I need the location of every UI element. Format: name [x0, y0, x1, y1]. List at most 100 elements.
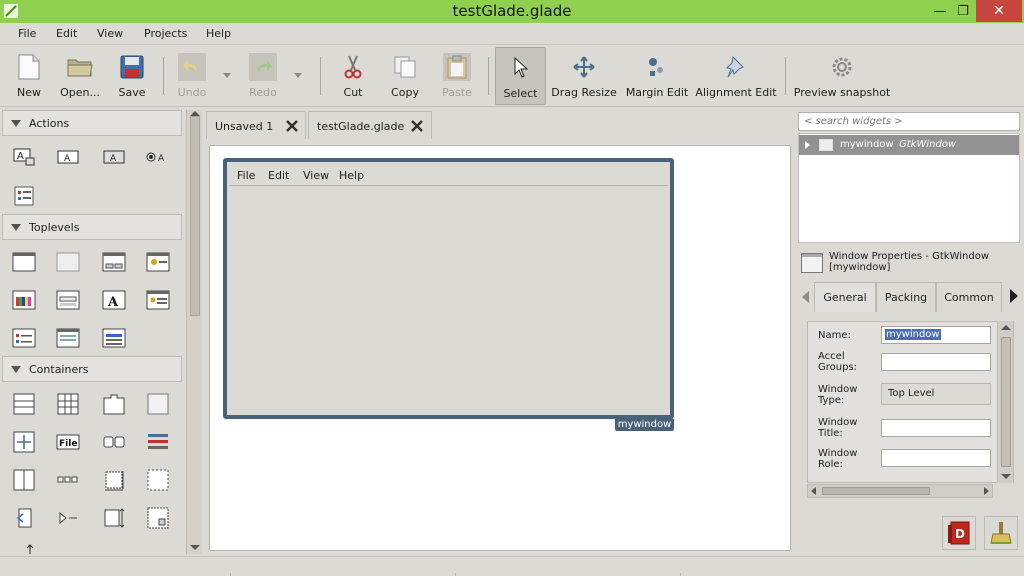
tab-scroll-left-icon[interactable] [802, 291, 809, 303]
close-tab-icon[interactable] [285, 119, 299, 133]
palette-group-containers[interactable]: Containers [2, 356, 182, 382]
dialog-widget-icon[interactable] [101, 250, 127, 274]
close-window-button[interactable]: ✕ [976, 0, 1022, 22]
tree-row-mywindow[interactable]: mywindow GtkWindow [799, 135, 1019, 155]
preview-menu-view[interactable]: View [303, 169, 329, 182]
expander-icon[interactable] [11, 506, 37, 530]
drag-resize-button[interactable]: Drag Resize [551, 47, 617, 105]
viewport-icon[interactable] [101, 506, 127, 530]
tab-scroll-right-icon[interactable] [1010, 289, 1018, 303]
menubar-widget-icon[interactable]: File [55, 430, 81, 454]
menu-projects[interactable]: Projects [144, 27, 187, 40]
window-role-label-line2: Role: [818, 459, 843, 470]
frame-container-icon[interactable] [145, 392, 171, 416]
undo-dropdown-icon[interactable] [223, 73, 231, 78]
alignment-edit-button[interactable]: Alignment Edit [695, 47, 777, 105]
scroll-right-icon[interactable] [984, 487, 989, 495]
search-input[interactable] [799, 113, 1019, 130]
select-mode-button[interactable]: Select [495, 47, 546, 105]
menu-view[interactable]: View [97, 27, 123, 40]
maximize-button[interactable]: ❐ [948, 0, 978, 22]
scrollbar-thumb[interactable] [1001, 337, 1011, 467]
button-box-icon[interactable] [55, 468, 81, 492]
palette-group-actions[interactable]: Actions [2, 110, 182, 136]
window-role-field[interactable] [881, 449, 991, 467]
preview-snapshot-button[interactable]: Preview snapshot [794, 47, 890, 105]
about-dialog-icon[interactable] [145, 288, 171, 312]
toggle-action-icon[interactable]: A [101, 145, 127, 169]
file-chooser-dialog-icon[interactable] [55, 288, 81, 312]
properties-horizontal-scrollbar[interactable] [807, 484, 993, 498]
fixed-container-icon[interactable] [11, 430, 37, 454]
preview-menubar[interactable]: File Edit View Help [229, 164, 668, 186]
name-field[interactable]: mywindow [881, 326, 991, 344]
scroll-down-icon[interactable] [190, 545, 200, 550]
margin-edit-button[interactable]: Margin Edit [626, 47, 688, 105]
recent-chooser-dialog-icon[interactable] [11, 326, 37, 350]
overlay-icon[interactable] [55, 506, 81, 530]
open-button[interactable]: Open... [58, 47, 102, 105]
devhelp-button[interactable]: D [942, 516, 976, 550]
properties-vertical-scrollbar[interactable] [997, 321, 1013, 483]
palette-scrollbar[interactable] [186, 110, 202, 554]
collapse-arrow-icon [11, 224, 21, 231]
tool-palette-icon[interactable] [145, 430, 171, 454]
tab-unsaved-1[interactable]: Unsaved 1 [206, 111, 306, 139]
paned-container-icon[interactable] [11, 468, 37, 492]
preview-menu-file[interactable]: File [237, 169, 255, 182]
tab-common[interactable]: Common [936, 282, 1002, 312]
save-button[interactable]: Save [112, 47, 152, 105]
copy-button[interactable]: Copy [385, 47, 425, 105]
menu-help[interactable]: Help [206, 27, 231, 40]
font-chooser-dialog-icon[interactable]: A [101, 288, 127, 312]
new-button[interactable]: New [8, 47, 50, 105]
event-box-icon[interactable] [145, 506, 171, 530]
layout-container-icon[interactable] [101, 468, 127, 492]
toolbar-widget-icon[interactable] [101, 430, 127, 454]
scrollbar-thumb[interactable] [190, 116, 200, 316]
window-type-label-line2: Type: [818, 395, 845, 406]
redo-dropdown-icon[interactable] [294, 73, 302, 78]
radio-action-icon[interactable]: A [144, 145, 170, 169]
tab-packing[interactable]: Packing [876, 282, 936, 312]
window-type-label-line1: Window [818, 384, 858, 395]
redo-button[interactable]: Redo [243, 47, 283, 105]
cut-button[interactable]: Cut [333, 47, 373, 105]
notebook-container-icon[interactable] [101, 392, 127, 416]
widget-search-field[interactable] [798, 112, 1020, 131]
label-widget-icon[interactable]: A [55, 145, 81, 169]
box-container-icon[interactable] [11, 392, 37, 416]
recent-action-icon[interactable] [11, 184, 37, 208]
close-tab-icon[interactable] [410, 119, 424, 133]
palette-group-toplevels[interactable]: Toplevels [2, 214, 182, 240]
grid-container-icon[interactable] [55, 392, 81, 416]
scroll-up-icon[interactable] [1001, 325, 1011, 330]
tab-testglade[interactable]: testGlade.glade [308, 111, 432, 139]
preview-menu-edit[interactable]: Edit [268, 169, 289, 182]
assistant-icon[interactable] [55, 326, 81, 350]
scroll-down-icon[interactable] [1001, 474, 1011, 479]
accel-groups-field[interactable] [881, 353, 991, 371]
action-icon[interactable]: A [11, 145, 37, 169]
scrollbar-thumb[interactable] [822, 487, 930, 495]
undo-button[interactable]: Undo [172, 47, 212, 105]
menu-file[interactable]: File [18, 27, 36, 40]
expand-arrow-icon[interactable] [805, 141, 810, 149]
mywindow-preview[interactable]: File Edit View Help [223, 158, 674, 419]
clear-button[interactable] [984, 516, 1018, 550]
message-dialog-icon[interactable] [145, 250, 171, 274]
scroll-left-icon[interactable] [811, 487, 816, 495]
window-title-field[interactable] [881, 419, 991, 437]
menu-edit[interactable]: Edit [56, 27, 77, 40]
preview-menu-help[interactable]: Help [339, 169, 364, 182]
app-chooser-dialog-icon[interactable] [101, 326, 127, 350]
color-chooser-dialog-icon[interactable] [11, 288, 37, 312]
tab-general[interactable]: General [814, 282, 876, 312]
window-type-combo[interactable]: Top Level [881, 383, 991, 405]
properties-tabs: General Packing Common [798, 282, 1020, 312]
window-widget-icon[interactable] [11, 250, 37, 274]
offscreen-window-icon[interactable] [55, 250, 81, 274]
accel-groups-label-line1: Accel [818, 351, 845, 362]
paste-button[interactable]: Paste [437, 47, 477, 105]
scrolled-window-icon[interactable] [145, 468, 171, 492]
